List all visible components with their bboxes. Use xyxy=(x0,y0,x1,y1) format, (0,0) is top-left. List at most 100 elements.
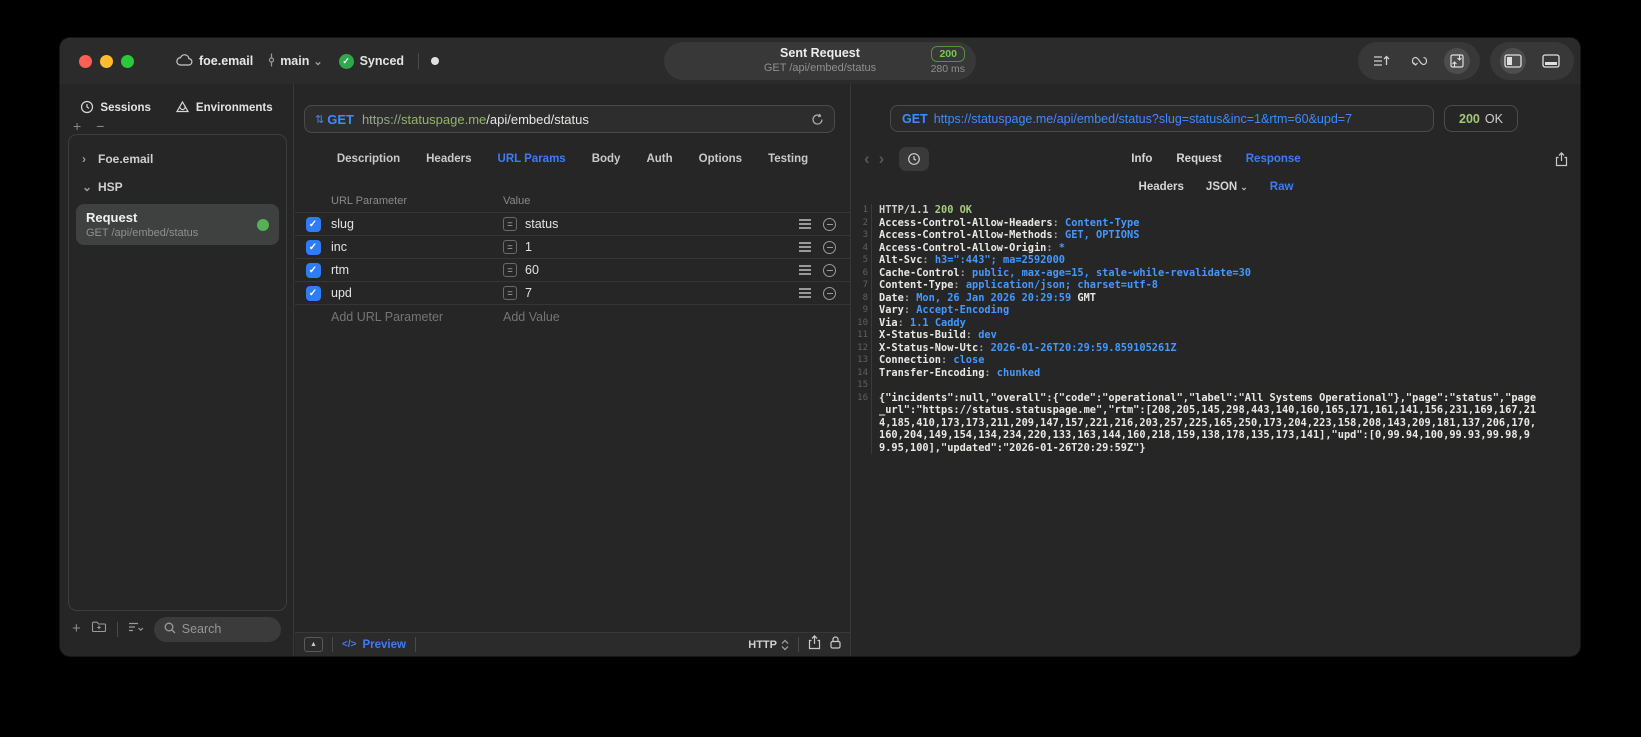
history-forward-icon[interactable]: › xyxy=(879,150,885,167)
toggle-left-panel-button[interactable] xyxy=(1500,48,1526,74)
line-content: Connection: close xyxy=(871,354,1540,367)
remove-row-icon[interactable] xyxy=(823,263,836,277)
collapse-panel-button[interactable]: ▲ xyxy=(304,637,323,652)
param-value[interactable]: 7 xyxy=(525,286,532,300)
line-content: Alt-Svc: h3=":443"; ma=2592000 xyxy=(871,254,1540,267)
search-input[interactable]: Search xyxy=(153,616,281,642)
branch-selector[interactable]: main ⌄ xyxy=(267,53,323,70)
new-request-button[interactable]: + xyxy=(72,621,81,636)
line-content: HTTP/1.1 200 OK xyxy=(871,204,1540,217)
sync-status[interactable]: ✓ Synced xyxy=(338,53,404,69)
sort-filter-icon[interactable] xyxy=(128,620,144,638)
reorder-requests-button[interactable] xyxy=(1368,48,1394,74)
minimize-window-button[interactable] xyxy=(100,54,113,68)
response-line-10: 10 Via: 1.1 Caddy xyxy=(852,316,1540,329)
share-icon[interactable] xyxy=(808,634,821,655)
code-icon: </> xyxy=(342,639,357,650)
param-value[interactable]: status xyxy=(525,217,558,231)
history-back-icon[interactable]: ‹ xyxy=(864,150,870,167)
format-tab-raw[interactable]: Raw xyxy=(1270,181,1294,193)
environments-icon xyxy=(175,100,190,117)
line-number: 2 xyxy=(862,217,868,228)
param-value[interactable]: 1 xyxy=(525,240,532,254)
header-separator: : xyxy=(965,329,979,341)
response-line-12: 12 X-Status-Now-Utc: 2026-01-26T20:29:59.… xyxy=(852,341,1540,354)
cloud-icon xyxy=(176,53,193,69)
add-param-row[interactable]: Add URL Parameter Add Value xyxy=(295,305,850,329)
request-tab-options[interactable]: Options xyxy=(699,153,742,165)
param-checkbox-cell: ✓ xyxy=(295,216,331,232)
sessions-tab-label: Sessions xyxy=(100,102,151,114)
param-name[interactable]: upd xyxy=(331,286,503,300)
param-name[interactable]: inc xyxy=(331,240,503,254)
request-method[interactable]: GET xyxy=(327,112,354,127)
response-url-field[interactable]: GET https://statuspage.me/api/embed/stat… xyxy=(890,105,1434,132)
sidebar-item-request[interactable]: Request GET /api/embed/status xyxy=(76,204,279,245)
row-options-icon[interactable] xyxy=(799,269,811,271)
toolbar-icon-group xyxy=(1358,42,1480,80)
sidebar-tab-sessions[interactable]: Sessions xyxy=(80,100,151,117)
sidebar-tab-environments[interactable]: Environments xyxy=(175,100,273,117)
response-tab-request[interactable]: Request xyxy=(1176,153,1221,165)
param-name[interactable]: rtm xyxy=(331,263,503,277)
method-selector-icon[interactable]: ⇅ xyxy=(315,113,324,126)
add-parameter-placeholder[interactable]: Add URL Parameter xyxy=(331,310,503,324)
checkbox-checked-icon[interactable]: ✓ xyxy=(305,262,321,278)
lock-icon[interactable] xyxy=(830,635,841,654)
checkbox-checked-icon[interactable]: ✓ xyxy=(305,239,321,255)
request-tab-description[interactable]: Description xyxy=(337,153,400,165)
request-url-field[interactable]: ⇅ GET https://statuspage.me/api/embed/st… xyxy=(304,105,835,133)
resend-icon[interactable] xyxy=(811,113,824,126)
tree-group-hsp[interactable]: ⌄ HSP xyxy=(76,173,279,201)
line-number: 12 xyxy=(857,342,868,353)
remove-row-icon[interactable] xyxy=(823,217,836,231)
close-window-button[interactable] xyxy=(79,54,92,68)
request-tab-auth[interactable]: Auth xyxy=(646,153,672,165)
app-window: foe.email main ⌄ ✓ Synced Sent Request G… xyxy=(59,37,1581,657)
tree-group-foe-email[interactable]: › Foe.email xyxy=(76,145,279,173)
row-options-icon[interactable] xyxy=(799,292,811,294)
request-tab-testing[interactable]: Testing xyxy=(768,153,808,165)
param-value[interactable]: 60 xyxy=(525,263,539,277)
toggle-bottom-panel-button[interactable] xyxy=(1538,48,1564,74)
add-item-icon[interactable]: + xyxy=(73,119,81,134)
project-selector[interactable]: foe.email xyxy=(176,53,253,69)
checkbox-checked-icon[interactable]: ✓ xyxy=(305,216,321,232)
history-button[interactable] xyxy=(899,147,930,171)
response-line-14: 14 Transfer-Encoding: chunked xyxy=(852,366,1540,379)
row-options-icon[interactable] xyxy=(799,223,811,225)
request-duration: 280 ms xyxy=(930,63,965,75)
format-tab-json[interactable]: JSON ⌄ xyxy=(1206,181,1248,193)
zoom-window-button[interactable] xyxy=(121,54,134,68)
request-tab-headers[interactable]: Headers xyxy=(426,153,471,165)
loop-button[interactable] xyxy=(1406,48,1432,74)
send-receive-button[interactable] xyxy=(1444,48,1470,74)
url-host: statuspage.me xyxy=(400,111,487,127)
remove-row-icon[interactable] xyxy=(823,286,836,300)
add-value-placeholder[interactable]: Add Value xyxy=(503,310,850,324)
checkbox-checked-icon[interactable]: ✓ xyxy=(305,285,321,301)
synced-check-icon: ✓ xyxy=(338,53,354,69)
request-tabs: Description Headers URL Params Body Auth Opti… xyxy=(295,149,850,169)
remove-row-icon[interactable] xyxy=(823,240,836,254)
request-tree: › Foe.email ⌄ HSP Request GET /api/embed… xyxy=(68,134,287,611)
param-checkbox-cell: ✓ xyxy=(295,262,331,278)
row-options-icon[interactable] xyxy=(799,246,811,248)
remove-item-icon[interactable]: − xyxy=(96,119,104,134)
response-tab-info[interactable]: Info xyxy=(1131,153,1152,165)
param-name[interactable]: slug xyxy=(331,217,503,231)
new-folder-icon[interactable] xyxy=(91,620,107,638)
sidebar-toolbar: + Search xyxy=(68,615,285,643)
response-tab-response[interactable]: Response xyxy=(1246,153,1301,165)
header-value: GET, OPTIONS xyxy=(1065,229,1140,241)
preview-button[interactable]: </> Preview xyxy=(342,639,406,651)
request-tab-url-params[interactable]: URL Params xyxy=(498,153,566,165)
request-tab-body[interactable]: Body xyxy=(592,153,621,165)
export-icon[interactable] xyxy=(1555,151,1568,167)
format-tab-headers[interactable]: Headers xyxy=(1139,181,1184,193)
status-badge: 200 xyxy=(931,46,965,62)
request-summary-pill[interactable]: Sent Request GET /api/embed/status 200 2… xyxy=(664,42,976,80)
request-footer: ▲ </> Preview HTTP xyxy=(295,632,850,656)
protocol-selector[interactable]: HTTP xyxy=(748,639,789,651)
response-line-3: 3 Access-Control-Allow-Methods: GET, OPTI… xyxy=(852,229,1540,242)
